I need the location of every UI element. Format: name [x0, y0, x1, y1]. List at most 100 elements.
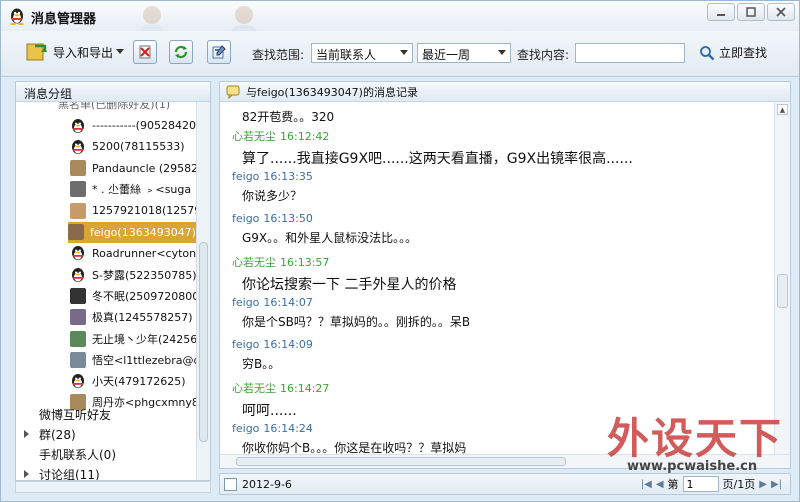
window-controls — [707, 3, 795, 21]
message-header: feigo 16:13:50 — [232, 212, 417, 225]
contact-item[interactable]: feigo(1363493047) — [68, 221, 198, 243]
left-scrollbar[interactable] — [196, 102, 210, 480]
message-record-title: 与feigo(1363493047)的消息记录 — [246, 85, 418, 99]
close-icon — [776, 7, 786, 17]
expand-arrow-icon[interactable] — [24, 430, 29, 438]
message-text: 你论坛搜索一下 二手外星人的价格 — [242, 277, 457, 293]
contact-label: 极真(1245578257) — [92, 311, 193, 325]
qq-penguin-icon — [72, 118, 84, 133]
message-scrollbar-thumb[interactable] — [777, 274, 788, 308]
contact-label: Pandauncle (295824 — [92, 161, 198, 175]
contact-label: -----------(905284209) — [92, 119, 198, 132]
group-label: 手机联系人(0) — [39, 447, 116, 462]
message-horizontal-thumb[interactable] — [236, 457, 566, 466]
search-now-button[interactable]: 立即查找 — [699, 44, 767, 61]
message-item: 心若无尘 16:12:42 算了......我直接G9X吧......这两天看直播，… — [232, 128, 633, 168]
contact-item[interactable]: * . 尐蕾絲 ﹥<suga — [70, 179, 191, 200]
tools-button[interactable] — [207, 40, 231, 64]
watermark-logo-text: 外设天下 — [607, 414, 784, 463]
import-export-icon — [26, 43, 47, 61]
contact-item[interactable]: -----------(905284209) — [70, 115, 198, 136]
message-time: 16:13:57 — [280, 256, 330, 269]
contact-label: S-梦露(522350785) — [92, 268, 197, 282]
message-sender: 心若无尘 — [232, 382, 276, 395]
message-text: 呵呵...... — [242, 403, 297, 419]
refresh-icon — [174, 45, 188, 59]
contact-item[interactable]: 5200(78115533) — [70, 136, 185, 157]
left-scrollbar-thumb[interactable] — [199, 242, 208, 442]
scroll-up-button[interactable]: ▲ — [777, 104, 788, 115]
period-value: 最近一周 — [422, 48, 471, 62]
group-item[interactable]: 群(28) — [24, 425, 76, 443]
window-title: 消息管理器 — [31, 12, 97, 27]
qq-penguin-icon — [10, 8, 24, 25]
message-header: feigo 16:14:07 — [232, 296, 470, 309]
avatar — [68, 224, 84, 240]
partial-group-row[interactable]: 黑名单(已删除好友)(1) — [58, 102, 170, 114]
current-date: 2012-9-6 — [242, 478, 292, 491]
qq-penguin-icon — [72, 246, 84, 261]
message-sender: 心若无尘 — [232, 130, 276, 143]
contact-label: 悟空<l1ttlezebra@qc — [92, 353, 198, 367]
watermark-url: www.pcwaishe.cn — [627, 459, 758, 474]
message-header: 心若无尘 16:14:27 — [232, 380, 329, 396]
group-item[interactable]: 微博互听好友 — [39, 405, 111, 423]
message-sender: feigo — [232, 212, 260, 225]
close-button[interactable] — [767, 3, 795, 21]
message-time: 16:13:35 — [263, 170, 313, 183]
refresh-button[interactable] — [169, 40, 193, 64]
expand-arrow-icon[interactable] — [24, 470, 29, 478]
calendar-icon[interactable] — [224, 478, 237, 491]
delete-button[interactable] — [133, 40, 157, 64]
message-header: 心若无尘 16:13:57 — [232, 254, 456, 270]
contact-item[interactable]: 极真(1245578257) — [70, 307, 193, 328]
contact-item[interactable]: 1257921018(125792 — [70, 200, 198, 221]
message-header: feigo 16:13:35 — [232, 170, 313, 183]
message-text: 82开苞费。。320 — [242, 110, 335, 124]
contact-item[interactable]: Pandauncle (295824 — [70, 158, 198, 179]
search-scope-value: 当前联系人 — [316, 48, 377, 62]
left-horizontal-scrollbar[interactable] — [15, 481, 211, 493]
message-item: feigo 16:14:09 穷B。。 — [232, 338, 313, 372]
avatar — [70, 287, 86, 304]
left-panel-header: 消息分组 — [16, 82, 210, 102]
message-header: feigo 16:14:09 — [232, 338, 313, 351]
period-select[interactable]: 最近一周 — [417, 43, 511, 63]
message-sender: feigo — [232, 296, 260, 309]
site-watermark: 外设天下 www.pcwaishe.cn — [601, 401, 799, 501]
import-export-button[interactable]: 导入和导出 — [25, 40, 125, 64]
message-sender: feigo — [232, 170, 260, 183]
message-text: G9X。。和外星人鼠标没法比。。。 — [242, 231, 418, 245]
search-content-input[interactable] — [575, 43, 685, 63]
contact-item[interactable]: 无止境丶少年(24256 — [70, 328, 197, 349]
contact-item[interactable]: S-梦露(522350785) — [70, 264, 197, 285]
avatar — [70, 309, 86, 326]
contact-item[interactable]: 悟空<l1ttlezebra@qc — [70, 349, 198, 370]
group-label: 群(28) — [39, 427, 76, 442]
avatar — [70, 181, 86, 198]
search-icon — [700, 45, 715, 60]
group-item[interactable]: 手机联系人(0) — [39, 445, 116, 463]
search-now-label: 立即查找 — [719, 46, 768, 60]
group-label: 讨论组(11) — [39, 467, 100, 481]
contact-item[interactable]: 小天(479172625) — [70, 371, 186, 392]
message-time: 16:13:50 — [263, 212, 313, 225]
group-item[interactable]: 讨论组(11) — [24, 465, 100, 481]
contact-label: 5200(78115533) — [92, 140, 185, 154]
maximize-icon — [746, 7, 756, 17]
message-manager-window: 消息管理器 导入和导出 查找范围: 当前联系人 最近一周 查找内容: 立即查找 … — [0, 0, 800, 502]
message-time: 16:14:27 — [280, 382, 330, 395]
avatar — [70, 351, 86, 368]
minimize-button[interactable] — [707, 3, 735, 21]
message-header: feigo 16:14:24 — [232, 422, 466, 435]
tools-icon — [212, 45, 226, 59]
contact-item[interactable]: Roadrunner<cytonlin — [70, 243, 198, 264]
contact-item[interactable]: 冬不眠(2509720800) — [70, 285, 198, 306]
contact-label: 1257921018(125792 — [92, 204, 198, 218]
minimize-icon — [717, 14, 725, 16]
contact-label: 小天(479172625) — [92, 375, 186, 389]
maximize-button[interactable] — [737, 3, 765, 21]
contact-label: 冬不眠(2509720800) — [92, 289, 198, 303]
search-scope-select[interactable]: 当前联系人 — [311, 43, 413, 63]
message-time: 16:14:09 — [263, 338, 313, 351]
